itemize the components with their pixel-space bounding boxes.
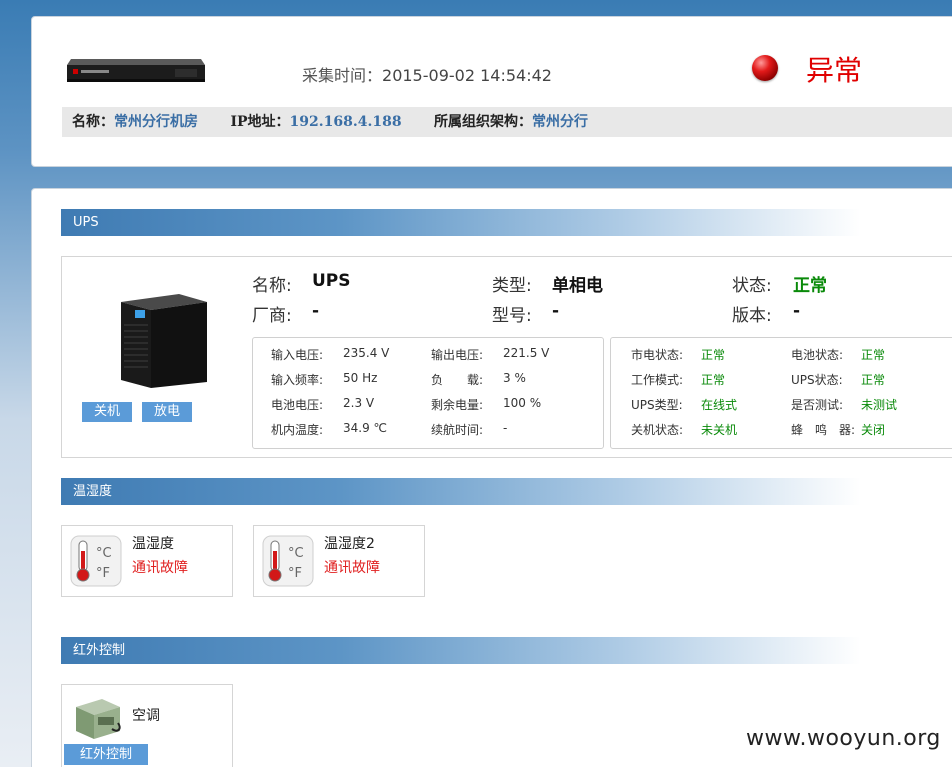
state-label: 蜂 鸣 器: <box>791 423 856 437</box>
metric-value: 50 Hz <box>343 371 378 385</box>
alarm-indicator-icon <box>752 55 778 81</box>
state-label: 关机状态: <box>631 423 684 437</box>
name-label: 名称 <box>72 114 100 130</box>
ir-controller-icon <box>76 699 121 739</box>
metric-label: 续航时间: <box>431 423 484 437</box>
collect-time-value: 2015-09-02 14:54:42 <box>382 66 552 85</box>
state-label: UPS状态: <box>791 373 843 387</box>
section-header-ups: UPS <box>61 209 861 236</box>
ir-device-name: 空调 <box>132 708 160 724</box>
metric-label: 负 载: <box>431 373 484 387</box>
svg-text:°F: °F <box>288 566 302 581</box>
device-info-bar: 名称：常州分行机房 IP地址：192.168.4.188 所属组织架构：常州分行 <box>62 107 952 137</box>
ir-device-tile: 空调 红外控制 <box>61 684 233 767</box>
sensor-name: 温湿度2 <box>324 536 375 552</box>
ir-control-button[interactable]: 红外控制 <box>64 744 148 765</box>
state-label: 电池状态: <box>791 348 844 362</box>
ups-name-label: 名称: <box>252 276 292 296</box>
ups-status-label: 状态: <box>732 276 772 296</box>
state-value: 正常 <box>701 373 726 387</box>
ups-state-box: 市电状态: 正常 电池状态: 正常 工作模式: 正常 UPS状态: 正常 UPS… <box>610 337 952 449</box>
ups-panel: 关机 放电 名称: UPS 类型: 单相电 状态: 正常 厂商: - 型号: -… <box>61 256 952 458</box>
metric-value: - <box>503 421 508 435</box>
svg-text:°C: °C <box>288 546 304 561</box>
colon: ： <box>518 114 533 130</box>
metric-label: 输入电压: <box>271 348 324 362</box>
ip-value: 192.168.4.188 <box>289 114 402 130</box>
sensor-status: 通讯故障 <box>132 560 188 576</box>
svg-text:°F: °F <box>96 566 110 581</box>
metric-label: 机内温度: <box>271 423 324 437</box>
metric-value: 235.4 V <box>343 346 390 360</box>
state-value: 关闭 <box>861 423 886 437</box>
state-value: 未测试 <box>861 398 898 412</box>
ip-label: IP地址 <box>230 114 276 130</box>
collect-time: 采集时间：2015-09-02 14:54:42 <box>302 62 552 86</box>
sensor-name: 温湿度 <box>132 536 174 552</box>
state-value: 未关机 <box>701 423 738 437</box>
device-detail-card: UPS 关机 放电 名称: UPS 类型: 单相电 状态: 正常 厂商: - 型… <box>31 188 952 767</box>
metric-value: 100 % <box>503 396 542 410</box>
metric-label: 输出电压: <box>431 348 484 362</box>
device-status-text: 异常 <box>806 54 863 87</box>
ups-model-label: 型号: <box>492 306 532 326</box>
sensor-tile[interactable]: °C °F 温湿度2 通讯故障 <box>253 525 425 597</box>
sensor-status: 通讯故障 <box>324 560 380 576</box>
name-value: 常州分行机房 <box>114 114 198 130</box>
state-label: 是否测试: <box>791 398 844 412</box>
ups-metrics-box: 输入电压: 235.4 V 输出电压: 221.5 V 输入频率: 50 Hz … <box>252 337 604 449</box>
section-header-temperature: 温湿度 <box>61 478 861 505</box>
ups-version-label: 版本: <box>732 306 772 326</box>
org-label: 所属组织架构 <box>434 114 519 130</box>
sensor-tile[interactable]: °C °F 温湿度 通讯故障 <box>61 525 233 597</box>
thermometer-icon: °C °F <box>262 535 314 587</box>
ups-vendor-value: - <box>312 301 320 321</box>
state-value: 正常 <box>701 348 726 362</box>
device-header-card: 采集时间：2015-09-02 14:54:42 异常 名称：常州分行机房 IP… <box>31 16 952 167</box>
ups-status-value: 正常 <box>793 276 827 296</box>
collect-time-label: 采集时间： <box>302 66 383 85</box>
metric-label: 输入频率: <box>271 373 324 387</box>
discharge-button[interactable]: 放电 <box>142 402 192 422</box>
state-value: 在线式 <box>701 398 738 412</box>
metric-label: 电池电压: <box>271 398 324 412</box>
ups-type-label: 类型: <box>492 276 532 296</box>
section-header-infrared: 红外控制 <box>61 637 861 664</box>
colon: ： <box>100 114 114 130</box>
ups-model-value: - <box>552 301 560 321</box>
state-label: UPS类型: <box>631 398 683 412</box>
rack-device-image <box>67 59 205 82</box>
ups-type-value: 单相电 <box>552 276 603 296</box>
svg-text:°C: °C <box>96 546 112 561</box>
watermark-text: www.wooyun.org <box>746 726 941 751</box>
ups-name-value: UPS <box>312 271 351 291</box>
ups-device-image <box>121 294 207 388</box>
metric-value: 34.9 ℃ <box>343 421 388 435</box>
state-label: 工作模式: <box>631 373 684 387</box>
state-label: 市电状态: <box>631 348 684 362</box>
metric-label: 剩余电量: <box>431 398 484 412</box>
metric-value: 221.5 V <box>503 346 550 360</box>
colon: ： <box>275 114 290 130</box>
metric-value: 2.3 V <box>343 396 375 410</box>
org-value: 常州分行 <box>532 114 589 130</box>
shutdown-button[interactable]: 关机 <box>82 402 132 422</box>
ups-version-value: - <box>793 301 801 321</box>
metric-value: 3 % <box>503 371 526 385</box>
state-value: 正常 <box>861 373 886 387</box>
thermometer-icon: °C °F <box>70 535 122 587</box>
state-value: 正常 <box>861 348 886 362</box>
ups-vendor-label: 厂商: <box>252 306 292 326</box>
